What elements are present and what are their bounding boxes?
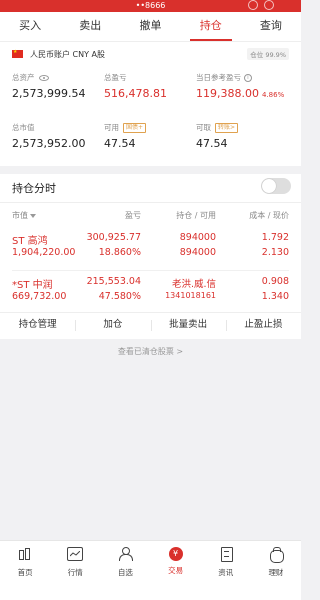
nav-market-label: 行情 [67, 568, 83, 577]
doc-icon [218, 547, 234, 562]
available-label: 可用 [104, 123, 119, 132]
col-pnl[interactable]: 盈亏 [125, 210, 141, 221]
today-pnl: 当日参考盈亏 i 119,388.00 4.86% [196, 72, 284, 100]
stock-pnl-percent: 18.860% [98, 247, 141, 258]
total-pnl-value: 516,478.81 [104, 87, 167, 100]
market-value-label: 总市值 [12, 123, 35, 132]
total-pnl-label: 总盈亏 [104, 73, 127, 82]
candlestick-icon [17, 547, 33, 561]
col-market-value[interactable]: 市值 [12, 210, 36, 221]
nav-home[interactable]: 首页 [0, 541, 50, 600]
treasury-bond-link[interactable]: 国债+ [123, 122, 147, 133]
trade-tabs: 买入 卖出 撤单 持仓 查询 [0, 12, 301, 42]
account-selector[interactable]: 人民币账户 CNY A股 [12, 46, 105, 62]
holdings-title: 持仓分时 [12, 182, 56, 195]
nav-watchlist[interactable]: 自选 [100, 541, 150, 600]
holdings-actions: 持仓管理 加仓 批量卖出 止盈止损 [0, 312, 301, 338]
position-ratio-badge: 仓位 99.9% [247, 48, 289, 60]
manage-positions-button[interactable]: 持仓管理 [0, 313, 75, 338]
tab-sell[interactable]: 卖出 [60, 12, 120, 41]
holdings-timeshare-toggle[interactable] [261, 178, 291, 194]
take-profit-stop-loss-button[interactable]: 止盈止损 [225, 313, 301, 338]
market-value-value: 2,573,952.00 [12, 137, 86, 150]
person-icon [117, 547, 134, 561]
stock-name: *ST 中润 [12, 280, 53, 291]
bottom-nav: 首页 行情 自选 ¥ 交易 资讯 理财 [0, 540, 301, 600]
available-value: 47.54 [104, 137, 136, 150]
today-pnl-label: 当日参考盈亏 [196, 73, 241, 82]
trade-icon: ¥ [168, 547, 183, 561]
holding-row[interactable]: ST 高鸿 1,904,220.00 300,925.77 18.860% 89… [0, 230, 301, 268]
chart-icon [67, 547, 84, 561]
eye-icon[interactable] [38, 74, 49, 81]
divider [0, 202, 301, 203]
total-assets: 总资产 2,573,999.54 [12, 72, 85, 100]
col-position[interactable]: 持仓 / 可用 [176, 210, 216, 221]
message-icon[interactable] [264, 0, 274, 10]
tab-cancel[interactable]: 撤单 [120, 12, 180, 41]
stock-market-value: 669,732.00 [12, 291, 67, 302]
stock-available: 1341018161 [165, 291, 216, 300]
col-cost[interactable]: 成本 / 现价 [249, 210, 289, 221]
china-flag-icon [12, 49, 23, 58]
status-bar: ••8666 [0, 0, 301, 12]
view-cleared-stocks-link[interactable]: 查看已清仓股票 > [0, 346, 301, 357]
transfer-link[interactable]: 转账> [215, 122, 239, 133]
tab-positions[interactable]: 持仓 [181, 12, 241, 41]
stock-price: 2.130 [261, 247, 289, 258]
sort-down-icon [30, 213, 36, 218]
account-mask: ••8666 [135, 1, 166, 10]
today-pnl-value: 119,388.00 [196, 87, 259, 100]
account-title: 人民币账户 CNY A股 [30, 49, 106, 59]
stock-pnl: 300,925.77 [86, 232, 141, 243]
total-pnl: 总盈亏 516,478.81 [104, 72, 167, 100]
nav-news-label: 资讯 [218, 568, 234, 577]
total-assets-label: 总资产 [12, 73, 35, 82]
tab-buy[interactable]: 买入 [0, 12, 60, 41]
today-pnl-percent: 4.86% [261, 91, 285, 99]
stock-cost: 1.792 [261, 232, 289, 243]
holding-row[interactable]: *ST 中润 669,732.00 215,553.04 47.580% 老洪.… [0, 274, 301, 312]
add-position-button[interactable]: 加仓 [75, 313, 150, 338]
stock-pnl: 215,553.04 [86, 276, 141, 287]
stock-position: 894000 [179, 232, 216, 243]
stock-name: ST 高鸿 [12, 236, 48, 247]
nav-trade[interactable]: ¥ 交易 [151, 541, 201, 600]
withdrawable-label: 可取 [196, 123, 211, 132]
nav-news[interactable]: 资讯 [201, 541, 251, 600]
nav-home-label: 首页 [17, 568, 33, 577]
market-value: 总市值 2,573,952.00 [12, 122, 85, 150]
withdrawable-value: 47.54 [196, 137, 228, 150]
total-assets-value: 2,573,999.54 [12, 87, 86, 100]
stock-pnl-percent: 47.580% [98, 291, 141, 302]
batch-sell-button[interactable]: 批量卖出 [150, 313, 226, 338]
stock-price: 1.340 [261, 291, 289, 302]
withdrawable-funds: 可取 转账> 47.54 [196, 122, 239, 150]
stock-available: 894000 [179, 247, 216, 258]
nav-watchlist-label: 自选 [117, 568, 133, 577]
stock-cost: 0.908 [261, 276, 289, 287]
col-market-value-label: 市值 [12, 211, 28, 220]
account-summary: 人民币账户 CNY A股 仓位 99.9% 总资产 2,573,999.54 总… [0, 42, 301, 166]
stock-position: 老洪.威.信 [171, 279, 216, 290]
nav-wealth[interactable]: 理财 [251, 541, 301, 600]
nav-trade-label: 交易 [168, 566, 184, 575]
tab-query[interactable]: 查询 [241, 12, 301, 41]
row-divider [12, 270, 289, 271]
search-icon[interactable] [248, 0, 258, 10]
nav-wealth-label: 理财 [268, 568, 284, 577]
available-funds: 可用 国债+ 47.54 [104, 122, 147, 150]
info-icon[interactable]: i [244, 73, 252, 82]
nav-market[interactable]: 行情 [50, 541, 100, 600]
stock-market-value: 1,904,220.00 [12, 247, 76, 258]
money-bag-icon [268, 547, 284, 563]
